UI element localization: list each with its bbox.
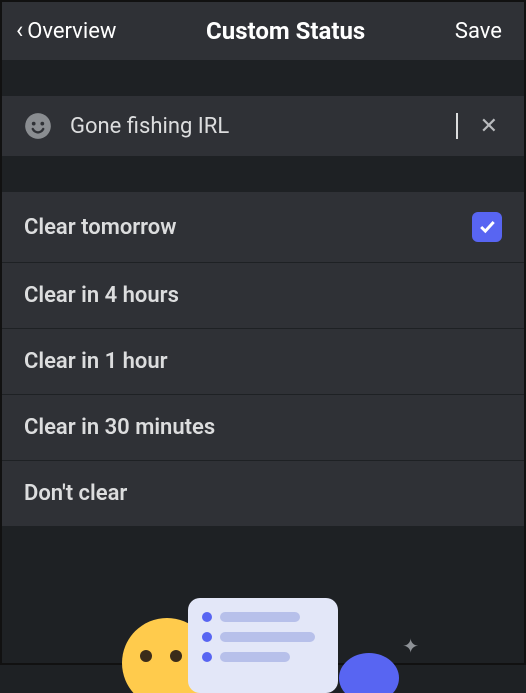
status-input[interactable]: Gone fishing IRL [70,112,458,140]
option-dont-clear[interactable]: Don't clear [2,461,524,526]
status-text: Gone fishing IRL [70,114,454,139]
footer-illustration: ✦ [2,573,524,693]
option-clear-4-hours[interactable]: Clear in 4 hours [2,263,524,329]
smile-icon [24,112,52,140]
blob-graphic [339,653,399,693]
page-title: Custom Status [206,17,365,45]
back-button[interactable]: ‹ Overview [16,19,116,44]
chevron-left-icon: ‹ [16,18,23,42]
clear-input-button[interactable]: ✕ [476,114,502,139]
status-card-graphic [188,598,338,693]
text-caret [456,113,458,139]
option-label: Clear tomorrow [24,215,177,240]
option-clear-tomorrow[interactable]: Clear tomorrow [2,192,524,263]
spacer [2,156,524,192]
spacer [2,526,524,566]
back-label: Overview [27,19,116,44]
option-label: Clear in 30 minutes [24,415,215,440]
header: ‹ Overview Custom Status Save [2,2,524,60]
save-button[interactable]: Save [455,19,502,44]
sparkle-icon: ✦ [402,634,419,658]
option-clear-1-hour[interactable]: Clear in 1 hour [2,329,524,395]
status-input-row: Gone fishing IRL ✕ [2,96,524,156]
clear-after-options: Clear tomorrow Clear in 4 hours Clear in… [2,192,524,526]
emoji-picker-button[interactable] [24,112,52,140]
checkmark-icon [472,212,502,242]
option-label: Clear in 1 hour [24,349,168,374]
option-label: Don't clear [24,481,127,506]
option-label: Clear in 4 hours [24,283,179,308]
spacer [2,60,524,96]
option-clear-30-minutes[interactable]: Clear in 30 minutes [2,395,524,461]
